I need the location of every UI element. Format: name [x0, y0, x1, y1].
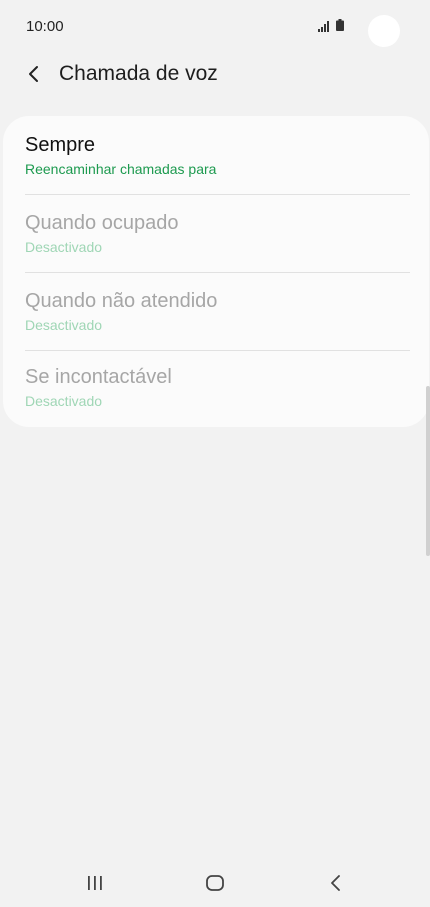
option-when-unanswered[interactable]: Quando não atendido Desactivado	[3, 272, 429, 350]
navigation-bar	[0, 860, 430, 907]
phone-screen: 10:00 Chamada de voz Sempre Reencaminhar…	[0, 0, 430, 907]
home-button[interactable]	[200, 870, 230, 896]
option-title: Se incontactável	[25, 366, 172, 388]
camera-cutout	[368, 15, 400, 47]
forwarding-options-card: Sempre Reencaminhar chamadas para Quando…	[3, 116, 429, 427]
option-title: Sempre	[25, 134, 96, 156]
home-icon	[206, 875, 224, 891]
option-subtitle: Desactivado	[25, 393, 103, 409]
option-when-busy[interactable]: Quando ocupado Desactivado	[3, 194, 429, 272]
app-bar: Chamada de voz	[0, 56, 430, 96]
option-always[interactable]: Sempre Reencaminhar chamadas para	[3, 116, 429, 194]
option-subtitle: Reencaminhar chamadas para	[25, 161, 217, 177]
signal-icon	[318, 21, 329, 32]
option-title: Quando ocupado	[25, 212, 179, 234]
back-button[interactable]	[321, 870, 351, 896]
chevron-left-icon[interactable]	[22, 62, 46, 86]
option-subtitle: Desactivado	[25, 239, 103, 255]
option-title: Quando não atendido	[25, 290, 218, 312]
page-title: Chamada de voz	[59, 62, 218, 85]
recent-apps-button[interactable]	[80, 870, 110, 896]
scrollbar[interactable]	[426, 386, 430, 556]
battery-icon	[336, 19, 344, 31]
option-subtitle: Desactivado	[25, 317, 103, 333]
status-time: 10:00	[26, 18, 64, 35]
recent-apps-icon	[88, 876, 102, 890]
option-unreachable[interactable]: Se incontactável Desactivado	[3, 350, 429, 428]
status-bar: 10:00	[0, 0, 430, 56]
back-icon	[331, 875, 340, 891]
